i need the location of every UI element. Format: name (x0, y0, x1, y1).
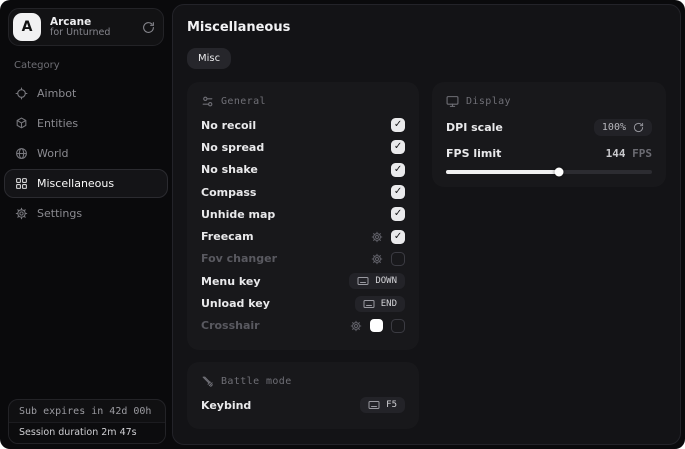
setting-label: Keybind (201, 399, 251, 412)
checkbox-checked[interactable]: ✓ (391, 163, 405, 177)
fps-slider[interactable] (446, 170, 652, 174)
app-window: A Arcane for Unturned Category Aimbot (0, 0, 685, 449)
setting-label: FPS limit (446, 147, 501, 160)
keyboard-icon (363, 299, 375, 309)
section-title: General (221, 96, 266, 107)
setting-label: Freecam (201, 230, 254, 243)
setting-row-no-recoil: No recoil ✓ (201, 114, 405, 136)
display-card: Display DPI scale 100% (432, 82, 666, 187)
keybind-button[interactable]: END (355, 296, 405, 312)
color-swatch[interactable] (370, 319, 383, 332)
page-title: Miscellaneous (187, 20, 666, 35)
keybind-button[interactable]: F5 (360, 397, 405, 413)
setting-row-fov-changer: Fov changer (201, 248, 405, 270)
main-panel: Miscellaneous Misc General No r (172, 4, 681, 445)
sidebar-item-aimbot[interactable]: Aimbot (4, 79, 168, 108)
sidebar-item-label: Settings (37, 207, 82, 220)
gear-icon[interactable] (371, 253, 383, 265)
sidebar-item-label: World (37, 147, 69, 160)
setting-label: Unload key (201, 297, 270, 310)
fps-value: 144 (606, 147, 626, 160)
globe-icon (15, 147, 28, 160)
sliders-icon (201, 95, 214, 108)
crosshair-icon (15, 87, 28, 100)
gear-icon[interactable] (350, 320, 362, 332)
setting-label: Crosshair (201, 319, 260, 332)
tab-misc[interactable]: Misc (187, 48, 231, 69)
gear-icon (15, 207, 28, 220)
dpi-value: 100% (602, 122, 626, 133)
section-title: Display (466, 96, 511, 107)
setting-label: Unhide map (201, 208, 275, 221)
sidebar-item-settings[interactable]: Settings (4, 199, 168, 228)
reset-icon[interactable] (633, 122, 644, 133)
keyboard-icon (368, 400, 380, 410)
category-label: Category (14, 60, 172, 71)
general-card: General No recoil ✓ No spread ✓ No shake (187, 82, 419, 350)
fps-slider-thumb[interactable] (555, 168, 564, 177)
checkbox-checked[interactable]: ✓ (391, 207, 405, 221)
gear-icon[interactable] (371, 231, 383, 243)
subscription-card: Sub expires in 42d 00h Session duration … (8, 399, 166, 444)
section-title: Battle mode (221, 376, 292, 387)
checkbox-checked[interactable]: ✓ (391, 230, 405, 244)
checkbox-unchecked[interactable] (391, 319, 405, 333)
app-header-card: A Arcane for Unturned (8, 8, 164, 46)
app-meta: Arcane for Unturned (50, 16, 142, 39)
grid-icon (15, 177, 28, 190)
fps-unit: FPS (632, 147, 652, 160)
sidebar-item-entities[interactable]: Entities (4, 109, 168, 138)
setting-row-fps-limit: FPS limit 144 FPS (446, 147, 652, 160)
setting-row-unload-key: Unload key END (201, 292, 405, 314)
setting-row-compass: Compass ✓ (201, 181, 405, 203)
monitor-icon (446, 95, 459, 108)
keybind-value: END (381, 299, 397, 309)
keybind-button[interactable]: DOWN (349, 273, 405, 289)
setting-row-no-shake: No shake ✓ (201, 159, 405, 181)
setting-label: Menu key (201, 275, 261, 288)
setting-row-dpi-scale: DPI scale 100% (446, 119, 652, 136)
setting-label: Compass (201, 186, 256, 199)
sidebar-item-miscellaneous[interactable]: Miscellaneous (4, 169, 168, 198)
setting-label: No spread (201, 141, 264, 154)
app-name: Arcane (50, 16, 142, 28)
sub-expiry-text: Sub expires in 42d 00h (9, 400, 165, 422)
sidebar-nav: Aimbot Entities World (0, 79, 172, 228)
setting-row-menu-key: Menu key DOWN (201, 270, 405, 292)
battle-mode-card: Battle mode Keybind (187, 362, 419, 429)
app-logo: A (13, 13, 41, 41)
setting-row-no-spread: No spread ✓ (201, 136, 405, 158)
checkbox-checked[interactable]: ✓ (391, 118, 405, 132)
checkbox-unchecked[interactable] (391, 252, 405, 266)
setting-row-keybind: Keybind F5 (201, 394, 405, 416)
checkbox-checked[interactable]: ✓ (391, 140, 405, 154)
keybind-value: F5 (386, 400, 397, 410)
sidebar-item-label: Aimbot (37, 87, 76, 100)
setting-label: No shake (201, 163, 258, 176)
keyboard-icon (357, 276, 369, 286)
setting-row-freecam: Freecam ✓ (201, 225, 405, 247)
session-duration-text: Session duration 2m 47s (9, 422, 165, 443)
sidebar-item-label: Entities (37, 117, 78, 130)
swords-icon (201, 375, 214, 388)
setting-label: DPI scale (446, 121, 503, 134)
cube-icon (15, 117, 28, 130)
app-tagline: for Unturned (50, 28, 142, 39)
sidebar-item-world[interactable]: World (4, 139, 168, 168)
setting-row-unhide-map: Unhide map ✓ (201, 203, 405, 225)
setting-label: Fov changer (201, 252, 277, 265)
fps-slider-fill (446, 170, 559, 174)
setting-label: No recoil (201, 119, 256, 132)
sidebar-item-label: Miscellaneous (37, 177, 114, 190)
sync-icon[interactable] (142, 21, 155, 34)
setting-row-crosshair: Crosshair (201, 315, 405, 337)
dpi-value-button[interactable]: 100% (594, 119, 652, 136)
keybind-value: DOWN (375, 276, 397, 286)
checkbox-checked[interactable]: ✓ (391, 185, 405, 199)
sidebar: A Arcane for Unturned Category Aimbot (0, 0, 172, 449)
